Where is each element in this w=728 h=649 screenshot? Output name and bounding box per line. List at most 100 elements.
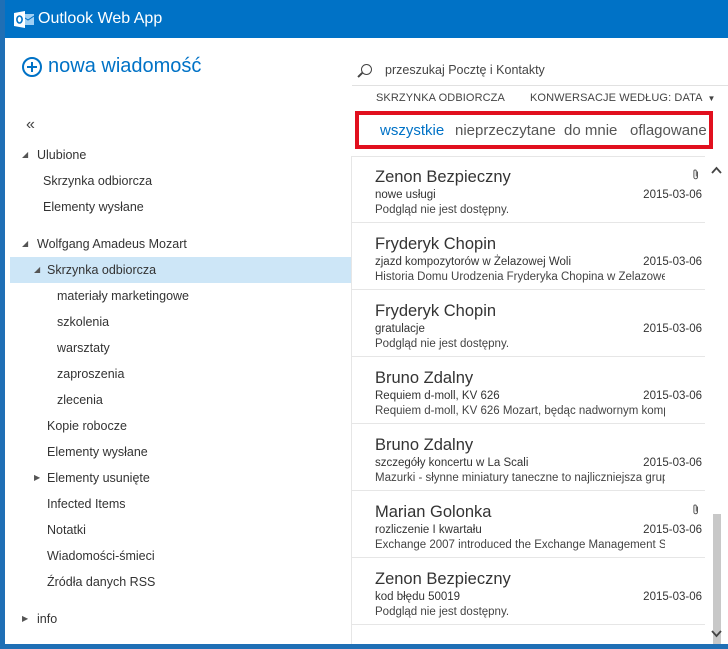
favorite-sent[interactable]: Elementy wysłane (10, 194, 351, 220)
subfolder-item[interactable]: zlecenia (10, 387, 351, 413)
info-group[interactable]: ▶ info (10, 606, 351, 632)
search-box[interactable] (352, 52, 728, 86)
folder-label: zaproszenia (57, 367, 125, 381)
current-folder-label: SKRZYNKA ODBIORCZA (376, 92, 505, 104)
message-list-scrollbar[interactable] (705, 156, 728, 644)
filter-all[interactable]: wszystkie (380, 122, 444, 139)
message-sender: Marian Golonka (375, 503, 492, 521)
caret-collapsed-icon: ▶ (22, 614, 29, 623)
message-sender: Bruno Zdalny (375, 369, 474, 387)
scroll-down-icon[interactable] (711, 630, 722, 638)
message-item[interactable]: Marian Golonka rozliczenie I kwartału 20… (352, 491, 706, 558)
folder-label: Kopie robocze (47, 419, 127, 433)
message-item[interactable]: Bruno Zdalny szczegóły koncertu w La Sca… (352, 424, 706, 491)
message-date: 2015-03-06 (643, 256, 702, 268)
message-preview: Podgląd nie jest dostępny. (375, 606, 510, 618)
message-preview: Historia Domu Urodzenia Fryderyka Chopin… (375, 271, 665, 283)
message-preview: Podgląd nie jest dostępny. (375, 204, 510, 216)
folder-item[interactable]: Źródła danych RSS (10, 569, 351, 595)
message-item[interactable]: Zenon Bezpieczny nowe usługi 2015-03-06 … (352, 156, 706, 223)
message-date: 2015-03-06 (643, 390, 702, 402)
message-subject: Requiem d-moll, KV 626 (375, 390, 500, 402)
subfolder-item[interactable]: szkolenia (10, 309, 351, 335)
filter-to-me[interactable]: do mnie (564, 122, 617, 139)
new-mail-button[interactable]: nowa wiadomość (22, 55, 201, 78)
message-date: 2015-03-06 (643, 457, 702, 469)
sort-label: KONWERSACJE WEDŁUG: DATA (530, 92, 703, 104)
folder-item[interactable]: Wiadomości-śmieci (10, 543, 351, 569)
folder-label: zlecenia (57, 393, 103, 407)
favorite-inbox[interactable]: Skrzynka odbiorcza (10, 168, 351, 194)
folder-label: Infected Items (47, 497, 126, 511)
filter-bar-highlight: wszystkie nieprzeczytane do mnie oflagow… (355, 111, 713, 149)
attachment-icon (693, 504, 698, 515)
message-item[interactable]: Fryderyk Chopin gratulacje 2015-03-06 Po… (352, 290, 706, 357)
message-date: 2015-03-06 (643, 591, 702, 603)
attachment-icon (693, 169, 698, 180)
folder-label: szkolenia (57, 315, 110, 329)
folder-item[interactable]: Kopie robocze (10, 413, 351, 439)
folder-label: warsztaty (57, 341, 110, 355)
folder-label: Elementy usunięte (47, 471, 150, 485)
filter-unread[interactable]: nieprzeczytane (455, 122, 556, 139)
folder-label: materiały marketingowe (57, 289, 189, 303)
message-sender: Fryderyk Chopin (375, 235, 497, 253)
message-subject: szczegóły koncertu w La Scali (375, 457, 529, 469)
collapse-pane-icon[interactable]: « (26, 116, 35, 134)
message-subject: rozliczenie I kwartału (375, 524, 482, 536)
message-preview: Requiem d-moll, KV 626 Mozart, będąc nad… (375, 405, 665, 417)
app-title: Outlook Web App (38, 10, 163, 27)
message-sender: Zenon Bezpieczny (375, 570, 511, 588)
new-mail-label: nowa wiadomość (48, 55, 202, 77)
folder-item[interactable]: Notatki (10, 517, 351, 543)
folder-label: Notatki (47, 523, 86, 537)
title-bar: Outlook Web App (5, 0, 728, 38)
message-subject: kod błędu 50019 (375, 591, 461, 603)
message-item[interactable]: Bruno Zdalny Requiem d-moll, KV 626 2015… (352, 357, 706, 424)
app-body: nowa wiadomość « ◢ Ulubione Skrzynka odb… (10, 38, 728, 644)
filter-flagged[interactable]: oflagowane (630, 122, 707, 139)
message-subject: zjazd kompozytorów w Żelazowej Woli (375, 256, 571, 268)
message-sender: Zenon Bezpieczny (375, 168, 511, 186)
search-icon[interactable] (361, 64, 372, 75)
caret-expanded-icon: ◢ (22, 239, 29, 248)
message-preview: Podgląd nie jest dostępny. (375, 338, 510, 350)
folder-item[interactable]: Infected Items (10, 491, 351, 517)
search-input[interactable] (383, 59, 717, 81)
subfolder-item[interactable]: warsztaty (10, 335, 351, 361)
message-preview: Exchange 2007 introduced the Exchange Ma… (375, 539, 665, 551)
message-subject: gratulacje (375, 323, 425, 335)
message-sender: Fryderyk Chopin (375, 302, 497, 320)
sort-conversations-dropdown[interactable]: KONWERSACJE WEDŁUG: DATA ▼ (530, 92, 716, 104)
folder-inbox-selected[interactable]: ◢ Skrzynka odbiorcza (10, 257, 351, 283)
scrollbar-thumb[interactable] (713, 514, 721, 644)
folder-label: Elementy wysłane (47, 445, 148, 459)
message-date: 2015-03-06 (643, 189, 702, 201)
message-date: 2015-03-06 (643, 524, 702, 536)
caret-collapsed-icon: ▶ (34, 473, 41, 482)
message-subject: nowe usługi (375, 189, 436, 201)
folder-label: Elementy wysłane (43, 200, 144, 214)
scroll-up-icon[interactable] (711, 166, 722, 174)
account-name: Wolfgang Amadeus Mozart (37, 237, 187, 251)
subfolder-item[interactable]: zaproszenia (10, 361, 351, 387)
plus-circle-icon (22, 56, 42, 77)
outlook-logo-icon (14, 11, 34, 28)
folder-item[interactable]: ▶ Elementy usunięte (10, 465, 351, 491)
message-item[interactable]: Zenon Bezpieczny kod błędu 50019 2015-03… (352, 558, 706, 625)
folder-label: Źródła danych RSS (47, 575, 156, 589)
caret-expanded-icon: ◢ (22, 150, 29, 159)
account-header[interactable]: ◢ Wolfgang Amadeus Mozart (10, 231, 351, 257)
favorites-header[interactable]: ◢ Ulubione (10, 142, 351, 168)
message-preview: Mazurki - słynne miniatury taneczne to n… (375, 472, 665, 484)
folder-label: Skrzynka odbiorcza (47, 263, 157, 277)
message-list: Zenon Bezpieczny nowe usługi 2015-03-06 … (351, 156, 706, 644)
message-item[interactable]: Fryderyk Chopin zjazd kompozytorów w Żel… (352, 223, 706, 290)
folder-item[interactable]: Elementy wysłane (10, 439, 351, 465)
favorites-label: Ulubione (37, 148, 87, 162)
subfolder-item[interactable]: materiały marketingowe (10, 283, 351, 309)
message-date: 2015-03-06 (643, 323, 702, 335)
caret-expanded-icon: ◢ (34, 265, 41, 274)
group-label: info (37, 612, 58, 626)
chevron-down-icon: ▼ (707, 94, 716, 103)
